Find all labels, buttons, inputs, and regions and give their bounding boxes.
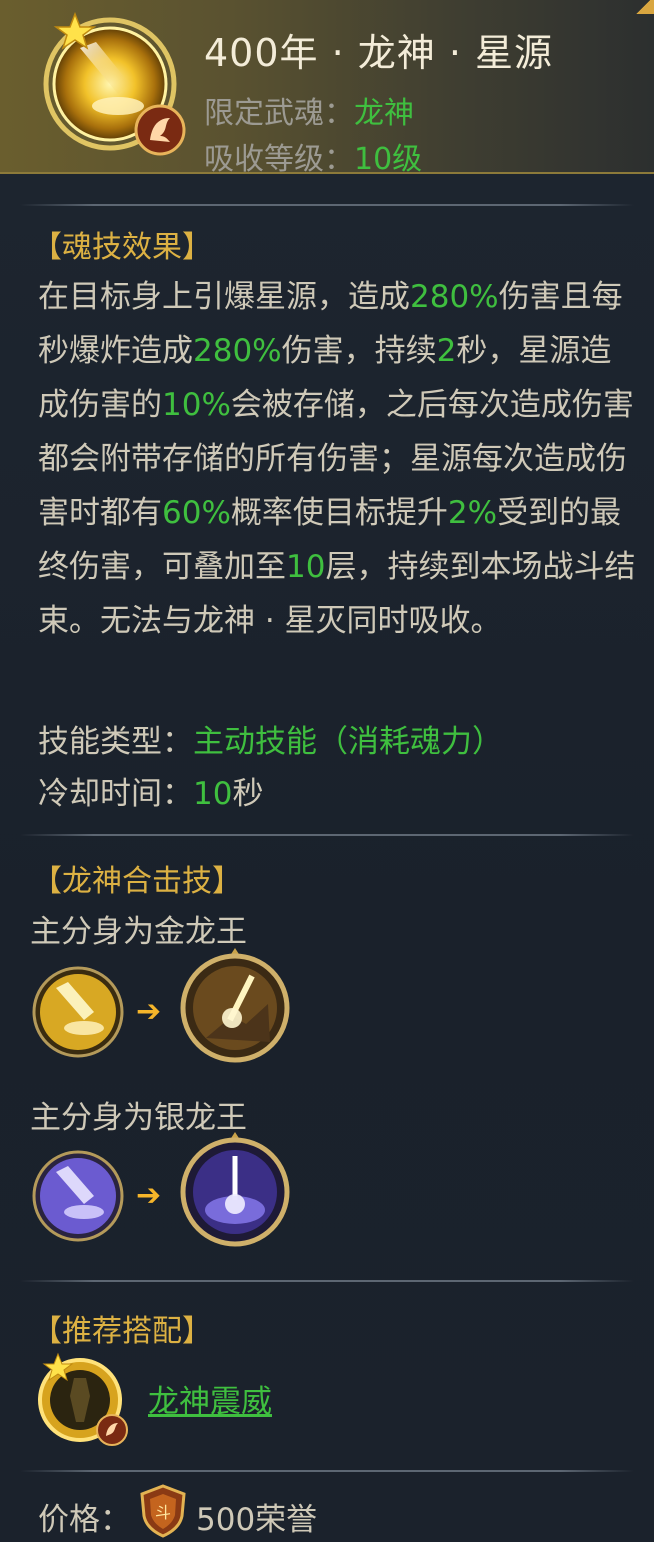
restrict-row: 限定武魂：龙神 (204, 88, 414, 132)
effect-value: 10 (286, 549, 326, 585)
effect-description: 在目标身上引爆星源，造成280%伤害且每秒爆炸造成280%伤害，持续2秒，星源造… (38, 270, 638, 648)
dragon-quake-skill-icon[interactable] (34, 1352, 130, 1448)
divider (20, 834, 634, 836)
recommend-item-link[interactable]: 龙神震威 (148, 1376, 272, 1421)
absorb-label: 吸收等级： (204, 142, 354, 177)
tooltip-header: 400年 · 龙神 · 星源 限定武魂：龙神 吸收等级：10级 (0, 0, 654, 177)
effect-value: 2% (447, 495, 498, 531)
honor-shield-icon: 斗 (140, 1484, 186, 1538)
svg-text:斗: 斗 (155, 1503, 171, 1522)
price-value: 500荣誉 (196, 1502, 318, 1538)
effect-text: 在目标身上引爆星源，造成 (38, 279, 410, 315)
effect-value: 280% (410, 279, 499, 315)
effect-value: 2 (436, 333, 457, 369)
arrow-right-icon: ➔ (136, 1178, 162, 1213)
absorb-value: 10级 (354, 142, 423, 177)
silver-dragon-combo-icon[interactable] (176, 1130, 294, 1248)
absorb-level-row: 吸收等级：10级 (204, 134, 422, 178)
price-label: 价格： (38, 1502, 131, 1538)
gold-dragon-combo-icon[interactable] (176, 946, 294, 1064)
skill-title: 400年 · 龙神 · 星源 (204, 31, 554, 75)
recommend-section-title: 【推荐搭配】 (32, 1314, 212, 1349)
divider (20, 1280, 634, 1282)
cooldown-label: 冷却时间： (38, 776, 193, 812)
star-origin-skill-icon (43, 12, 186, 156)
corner-marker-icon (632, 0, 654, 14)
gold-star-origin-icon[interactable] (32, 966, 124, 1058)
arrow-right-icon: ➔ (136, 994, 162, 1029)
skill-type-value: 主动技能（消耗魂力） (193, 724, 503, 760)
restrict-value: 龙神 (354, 96, 414, 131)
effect-value: 280% (193, 333, 282, 369)
divider (20, 1470, 634, 1472)
restrict-label: 限定武魂： (204, 96, 354, 131)
skill-tooltip-panel: 400年 · 龙神 · 星源 限定武魂：龙神 吸收等级：10级 【魂技效果】 在… (0, 0, 654, 1542)
skill-type-row: 技能类型：主动技能（消耗魂力） (38, 716, 503, 761)
effect-value: 10% (162, 387, 231, 423)
cooldown-row: 冷却时间：10秒 (38, 768, 263, 813)
effect-value: 60% (162, 495, 231, 531)
effect-section-title: 【魂技效果】 (32, 230, 212, 265)
gold-king-label: 主分身为金龙王 (30, 914, 247, 950)
skill-type-label: 技能类型： (38, 724, 193, 760)
combo-section-title: 【龙神合击技】 (32, 864, 242, 899)
silver-star-origin-icon[interactable] (32, 1150, 124, 1242)
effect-text: 伤害，持续 (281, 333, 437, 369)
divider (20, 204, 634, 206)
cooldown-value: 10 (193, 776, 233, 812)
cooldown-unit: 秒 (232, 776, 264, 812)
effect-text: 概率使目标提升 (230, 495, 448, 531)
